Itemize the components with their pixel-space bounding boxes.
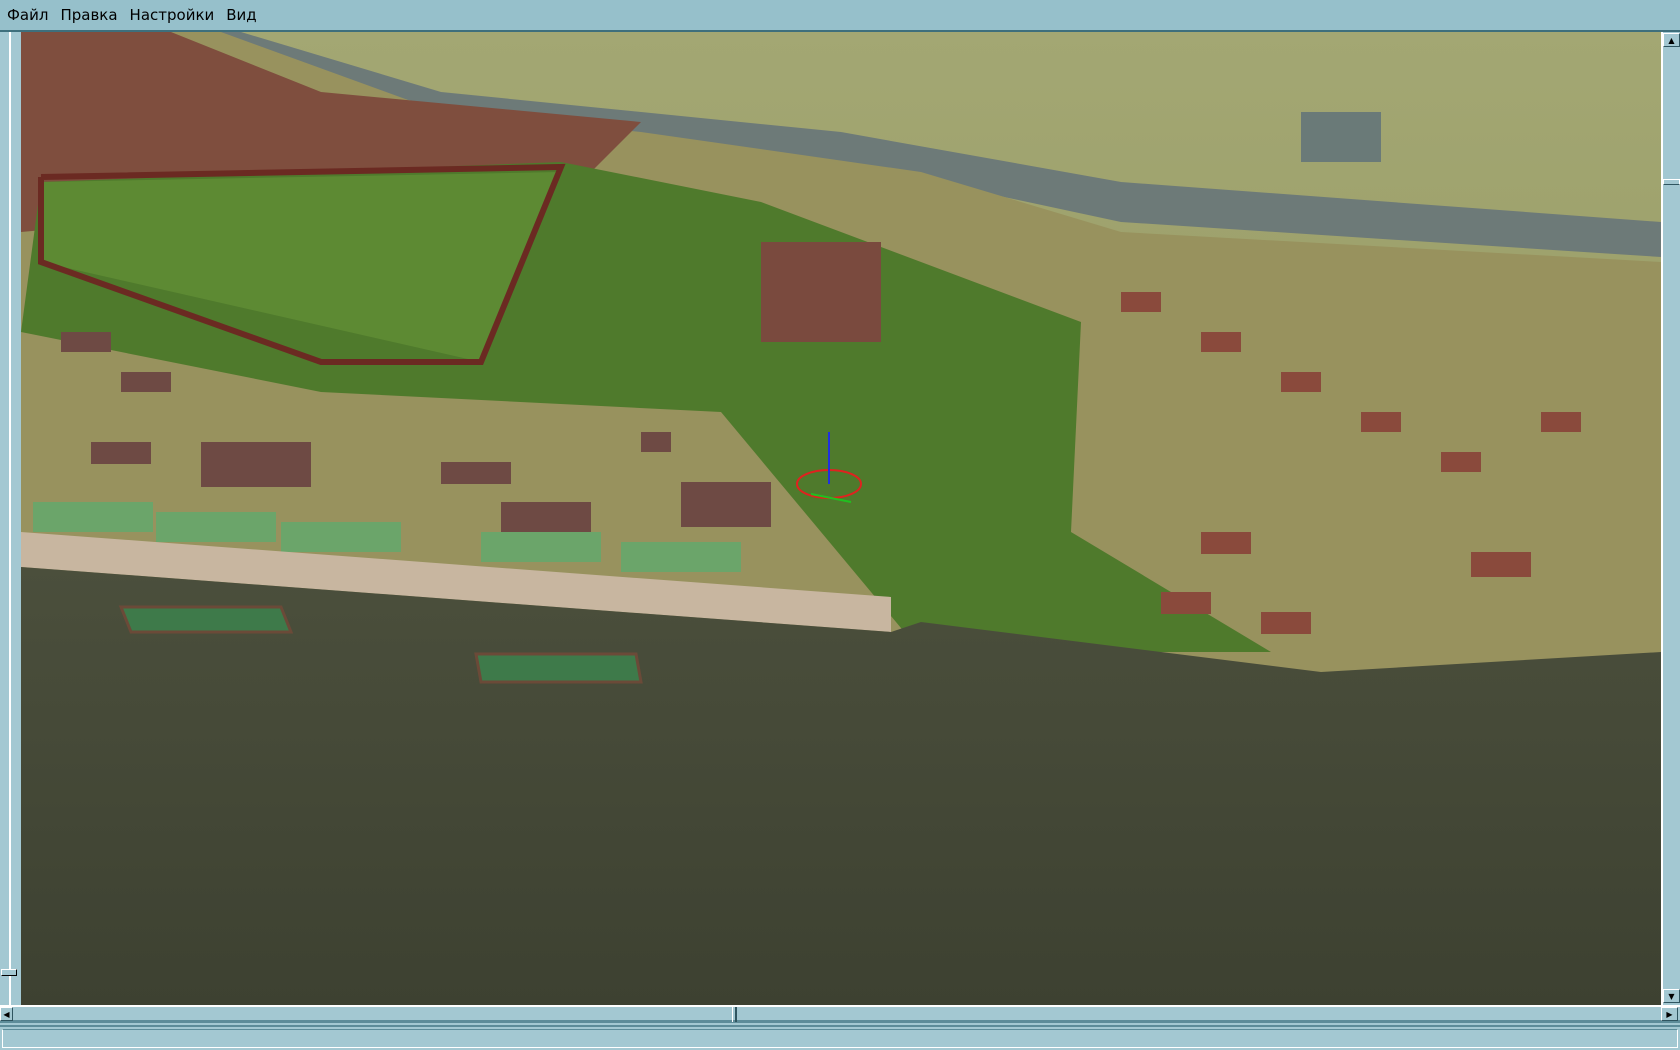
arrow-left-icon: ◀ bbox=[3, 1009, 10, 1019]
barge-1 bbox=[118, 605, 294, 634]
barge-2 bbox=[474, 652, 643, 684]
scroll-right-button[interactable]: ▶ bbox=[1661, 1007, 1678, 1021]
status-bar bbox=[0, 1025, 1680, 1050]
arrow-up-icon: ▲ bbox=[1668, 35, 1675, 45]
horizontal-scrollbar[interactable]: ◀ ▶ bbox=[0, 1005, 1680, 1023]
arrow-down-icon: ▼ bbox=[1668, 991, 1675, 1001]
scroll-left-button[interactable]: ◀ bbox=[0, 1007, 13, 1021]
status-text bbox=[2, 1029, 1678, 1048]
horizontal-scroll-thumb[interactable] bbox=[732, 1007, 737, 1022]
arrow-right-icon: ▶ bbox=[1666, 1009, 1673, 1019]
3d-viewport[interactable] bbox=[21, 32, 1661, 1005]
menu-bar: Файл Правка Настройки Вид bbox=[0, 0, 1680, 32]
menu-view[interactable]: Вид bbox=[221, 6, 261, 24]
cathedral bbox=[761, 242, 881, 342]
splitter-handle[interactable] bbox=[1, 969, 17, 976]
left-splitter[interactable] bbox=[0, 32, 21, 1005]
vertical-scrollbar[interactable]: ▲ ▼ bbox=[1661, 32, 1680, 1005]
scroll-up-button[interactable]: ▲ bbox=[1663, 33, 1680, 47]
menu-edit[interactable]: Правка bbox=[55, 6, 122, 24]
vertical-scroll-thumb[interactable] bbox=[1663, 179, 1680, 185]
menu-settings[interactable]: Настройки bbox=[125, 6, 220, 24]
distant-cathedral bbox=[1301, 112, 1381, 162]
menu-file[interactable]: Файл bbox=[2, 6, 53, 24]
scroll-down-button[interactable]: ▼ bbox=[1663, 989, 1680, 1003]
splitter-line bbox=[9, 32, 11, 1005]
3d-scene bbox=[21, 32, 1661, 1005]
